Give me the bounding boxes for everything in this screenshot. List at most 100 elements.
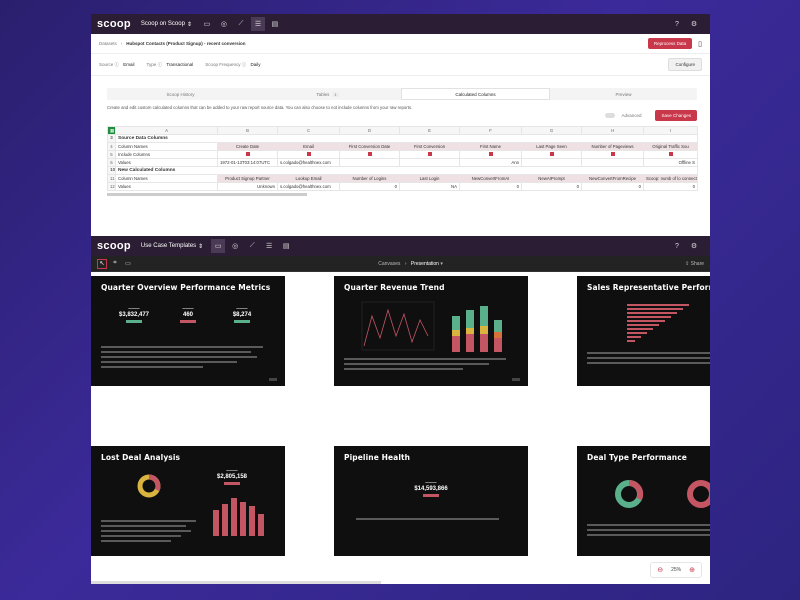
column-name-cell[interactable]: Product Signup Partner [217,174,278,183]
save-changes-button[interactable]: Save Changes [655,110,697,121]
explore-icon[interactable]: ◎ [228,239,242,253]
zoom-out-icon[interactable]: ⊖ [657,566,663,574]
datasets-icon[interactable]: ☰ [262,239,276,253]
row-label: Column Names [115,174,218,183]
slide-pipeline-health[interactable]: Pipeline Health ▬▬▬▬ $14,593,866 [334,446,528,556]
breadcrumb-root[interactable]: Datasets [99,41,117,46]
column-name-cell[interactable]: Number of Logins [339,174,400,183]
tab-calculated-columns[interactable]: Calculated Columns [401,88,550,100]
column-name-cell[interactable]: Lookup Email [277,174,340,183]
donut-segment [687,480,710,508]
slide-quarter-overview[interactable]: Quarter Overview Performance Metrics ▬▬▬… [91,276,285,386]
value-cell[interactable] [581,158,644,167]
document-icon[interactable]: ▤ [279,239,293,253]
column-name-cell[interactable]: Number of Pageviews [581,142,644,151]
include-checkbox[interactable] [643,150,698,159]
slide-quarter-revenue[interactable]: Quarter Revenue Trend [334,276,528,386]
chart-icon[interactable]: ⟋ [245,239,259,253]
value-cell[interactable]: 0 [521,182,582,191]
value-cell[interactable]: Offline S [643,158,698,167]
column-name-cell[interactable]: Create Date [217,142,278,151]
column-name-cell[interactable]: First Conversion [399,142,460,151]
column-name-cell[interactable]: First Conversion Date [339,142,400,151]
help-icon[interactable]: ? [670,239,684,253]
chart-icon[interactable]: ⟋ [234,17,248,31]
present-tool-icon[interactable]: ▭ [123,259,133,269]
table-row: 6 Values 1972-01-13T03:14:07UTC s.colgado@… [107,158,698,167]
breadcrumb-separator: › [404,260,407,267]
donut-segment [148,474,161,492]
include-checkbox[interactable] [459,150,522,159]
value-cell[interactable]: s.colgado@healthnex.com [277,158,340,167]
include-checkbox[interactable] [339,150,400,159]
value-cell[interactable] [521,158,582,167]
select-tool-icon[interactable]: ↖ [97,258,107,269]
share-button[interactable]: ⇪ Share [685,261,704,267]
workspace-selector[interactable]: Scoop on Scoop ⇕ [141,21,192,28]
chat-icon[interactable]: ▭ [211,239,226,253]
value-cell[interactable] [339,158,400,167]
value-cell[interactable]: 0 [581,182,644,191]
value-cell[interactable]: Ann [459,158,522,167]
tab-preview[interactable]: Preview [550,88,697,100]
explore-icon[interactable]: ◎ [217,17,231,31]
value-cell[interactable]: 0 [643,182,698,191]
value-cell[interactable]: s.colgado@healthnex.com [277,182,340,191]
tab-scoop-history[interactable]: Scoop History [107,88,254,100]
include-checkbox[interactable] [581,150,644,159]
bookmark-icon[interactable]: ▯ [698,40,702,48]
value-cell[interactable]: 0 [339,182,400,191]
column-name-cell[interactable]: First Name [459,142,522,151]
row-number: 12 [107,182,116,191]
breadcrumb-current: Hubspot Contacts (Product Signup) - rece… [126,41,246,46]
horizontal-scrollbar[interactable] [107,193,307,196]
include-checkbox[interactable] [217,150,278,159]
rep-bar-chart [627,304,689,342]
slide-deal-type[interactable]: Deal Type Performance [577,446,710,556]
kpi-change [126,320,142,323]
value-cell[interactable]: Unknown [217,182,278,191]
advanced-toggle[interactable] [605,113,616,118]
column-name-cell[interactable]: Last Login [399,174,460,183]
datasets-icon[interactable]: ☰ [250,17,265,31]
help-icon[interactable]: ? [670,17,684,31]
sheets-icon: ▦ [107,126,116,135]
slide-sales-rep[interactable]: Sales Representative Performance [577,276,710,386]
zoom-in-icon[interactable]: ⊕ [689,566,695,574]
column-name-cell[interactable]: Scoop: numb of lo connected to datas [643,174,698,183]
value-cell[interactable]: 1972-01-13T03:14:07UTC [217,158,278,167]
breadcrumb-current[interactable]: Presentation [411,261,439,267]
include-checkbox[interactable] [399,150,460,159]
include-checkbox[interactable] [277,150,340,159]
document-icon[interactable]: ▤ [268,17,282,31]
frame-tool-icon[interactable]: ⌗ [110,259,120,269]
column-name-cell[interactable]: NewConvertFromRecipe [581,174,644,183]
col-letter: D [339,126,400,135]
breadcrumb-root[interactable]: Canvases [378,261,400,267]
presentation-canvas[interactable]: Quarter Overview Performance Metrics ▬▬▬… [91,272,710,584]
tab-badge: 1 [332,91,339,97]
section-title: New Calculated Columns [115,166,698,175]
value-cell[interactable]: 0 [459,182,522,191]
column-name-cell[interactable]: Original Traffic Sou [643,142,698,151]
chat-icon[interactable]: ▭ [200,17,214,31]
reprocess-button[interactable]: Reprocess Data [647,38,693,49]
canvas-toolbar: ↖ ⌗ ▭ Canvases › Presentation ▾ ⇪ Share [91,256,710,272]
configure-button[interactable]: Configure [668,58,702,71]
column-name-cell[interactable]: Last Page Seen [521,142,582,151]
include-checkbox[interactable] [521,150,582,159]
column-name-cell[interactable]: NewConvertFromAI [459,174,522,183]
canvas-window: scoop Use Case Templates ⇕ ▭ ◎ ⟋ ☰ ▤ ? ⚙ … [91,236,710,584]
slide-bullets [587,352,710,367]
workspace-selector[interactable]: Use Case Templates ⇕ [141,243,203,250]
slide-lost-deal[interactable]: Lost Deal Analysis ▬▬▬▬ $2,805,158 [91,446,285,556]
settings-icon[interactable]: ⚙ [687,239,701,253]
column-name-cell[interactable]: NewAIPrompt [521,174,582,183]
settings-icon[interactable]: ⚙ [687,17,701,31]
column-name-cell[interactable]: Email [277,142,340,151]
value-cell[interactable] [399,158,460,167]
tab-tables[interactable]: Tables 1 [254,88,401,100]
kpi-change [234,320,250,323]
horizontal-scrollbar[interactable] [91,581,381,584]
value-cell[interactable]: NA [399,182,460,191]
